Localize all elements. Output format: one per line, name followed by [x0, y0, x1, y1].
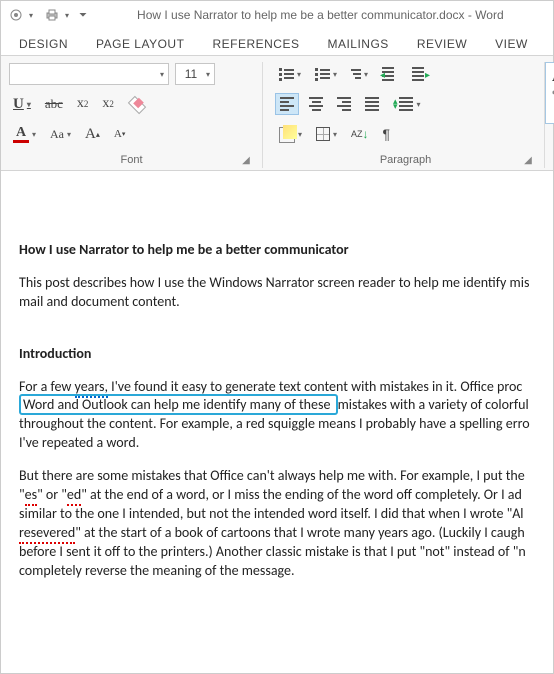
font-size-value: 11: [185, 67, 197, 81]
qat-customize-icon[interactable]: ⏷: [79, 10, 87, 21]
group-paragraph: ▾ ▾ ▾ ◂ ▸: [263, 62, 545, 168]
heading-introduction: Introduction: [19, 345, 535, 364]
clear-formatting-button[interactable]: [124, 93, 148, 115]
quick-print-icon[interactable]: [43, 6, 61, 24]
align-left-icon: [280, 97, 294, 111]
subscript-button[interactable]: x2: [73, 93, 93, 115]
spell-squiggle-es: es: [25, 486, 37, 506]
font-color-icon: A: [13, 126, 29, 143]
paragraph-3: But there are some mistakes that Office …: [19, 467, 535, 580]
font-size-combo[interactable]: 11: [175, 63, 215, 85]
tab-references[interactable]: REFERENCES: [212, 33, 299, 55]
strikethrough-button[interactable]: abc: [41, 93, 67, 115]
multilevel-list-button[interactable]: ▾: [347, 63, 372, 85]
increase-indent-button[interactable]: ▸: [408, 63, 432, 85]
tab-page-layout[interactable]: PAGE LAYOUT: [96, 33, 184, 55]
font-group-label: Font ◢: [9, 152, 254, 168]
styles-gallery[interactable]: AaBb ¶ Nor: [545, 62, 554, 124]
tab-mailings[interactable]: MAILINGS: [327, 33, 388, 55]
borders-icon: [316, 127, 330, 141]
group-font: 11 U▾ abc x2 x2 A ▾ Aa▾ A▴ A▾ Font ◢: [1, 62, 263, 168]
window-title: How I use Narrator to help me be a bette…: [137, 8, 504, 22]
sort-icon: [351, 129, 363, 139]
paragraph-dialog-launcher[interactable]: ◢: [522, 154, 534, 166]
spell-squiggle-resevered: resevered: [19, 524, 75, 544]
ribbon-tabs: DESIGN PAGE LAYOUT REFERENCES MAILINGS R…: [1, 29, 553, 55]
align-right-icon: [337, 97, 351, 111]
numbering-button[interactable]: ▾: [311, 63, 341, 85]
align-center-icon: [309, 97, 323, 111]
justify-icon: [365, 97, 379, 111]
qat-dropdown-2[interactable]: ▾: [65, 11, 69, 20]
bullets-button[interactable]: ▾: [275, 63, 305, 85]
tab-review[interactable]: REVIEW: [417, 33, 467, 55]
underline-button[interactable]: U▾: [9, 93, 35, 115]
quick-access-toolbar: ▾ ▾ ⏷: [7, 6, 87, 24]
decrease-indent-icon: ◂: [382, 67, 398, 81]
tab-design[interactable]: DESIGN: [19, 33, 68, 55]
shading-icon: [279, 127, 295, 141]
narrator-highlight: Word and Outlook can help me identify ma…: [19, 394, 338, 415]
eraser-icon: [128, 96, 144, 112]
document-page[interactable]: How I use Narrator to help me be a bette…: [1, 171, 553, 612]
spell-squiggle-ed: ed: [67, 486, 81, 506]
doc-title: How I use Narrator to help me be a bette…: [19, 241, 535, 260]
multilevel-icon: [351, 69, 361, 79]
paragraph-1: This post describes how I use the Window…: [19, 274, 535, 312]
spacing-arrows-icon: ▴▾: [393, 99, 398, 110]
align-right-button[interactable]: [333, 93, 355, 115]
font-color-button[interactable]: A ▾: [9, 123, 40, 145]
title-bar: ▾ ▾ ⏷ How I use Narrator to help me be a…: [1, 1, 553, 29]
qat-dropdown-1[interactable]: ▾: [29, 11, 33, 20]
increase-indent-icon: ▸: [412, 67, 428, 81]
justify-button[interactable]: [361, 93, 383, 115]
superscript-button[interactable]: x2: [98, 93, 118, 115]
ribbon: 11 U▾ abc x2 x2 A ▾ Aa▾ A▴ A▾ Font ◢: [1, 55, 553, 171]
touch-mode-icon[interactable]: [7, 6, 25, 24]
paragraph-2: For a few years, I've found it easy to g…: [19, 378, 535, 454]
show-hide-marks-button[interactable]: [379, 123, 395, 145]
grow-font-button[interactable]: A▴: [81, 123, 104, 145]
font-dialog-launcher[interactable]: ◢: [240, 154, 252, 166]
underline-label: U: [13, 96, 24, 113]
borders-button[interactable]: ▾: [312, 123, 341, 145]
spacing-lines-icon: [399, 97, 413, 111]
font-name-combo[interactable]: [9, 63, 169, 85]
sort-button[interactable]: ↓: [347, 123, 373, 145]
bullets-icon: [279, 68, 294, 81]
align-left-button[interactable]: [275, 93, 299, 115]
line-spacing-button[interactable]: ▴▾ ▾: [389, 93, 425, 115]
paragraph-group-label: Paragraph ◢: [275, 152, 536, 168]
tab-view[interactable]: VIEW: [495, 33, 528, 55]
shading-button[interactable]: ▾: [275, 123, 306, 145]
change-case-button[interactable]: Aa▾: [46, 123, 75, 145]
decrease-indent-button[interactable]: ◂: [378, 63, 402, 85]
shrink-font-button[interactable]: A▾: [110, 123, 129, 145]
align-center-button[interactable]: [305, 93, 327, 115]
numbering-icon: [315, 68, 330, 81]
